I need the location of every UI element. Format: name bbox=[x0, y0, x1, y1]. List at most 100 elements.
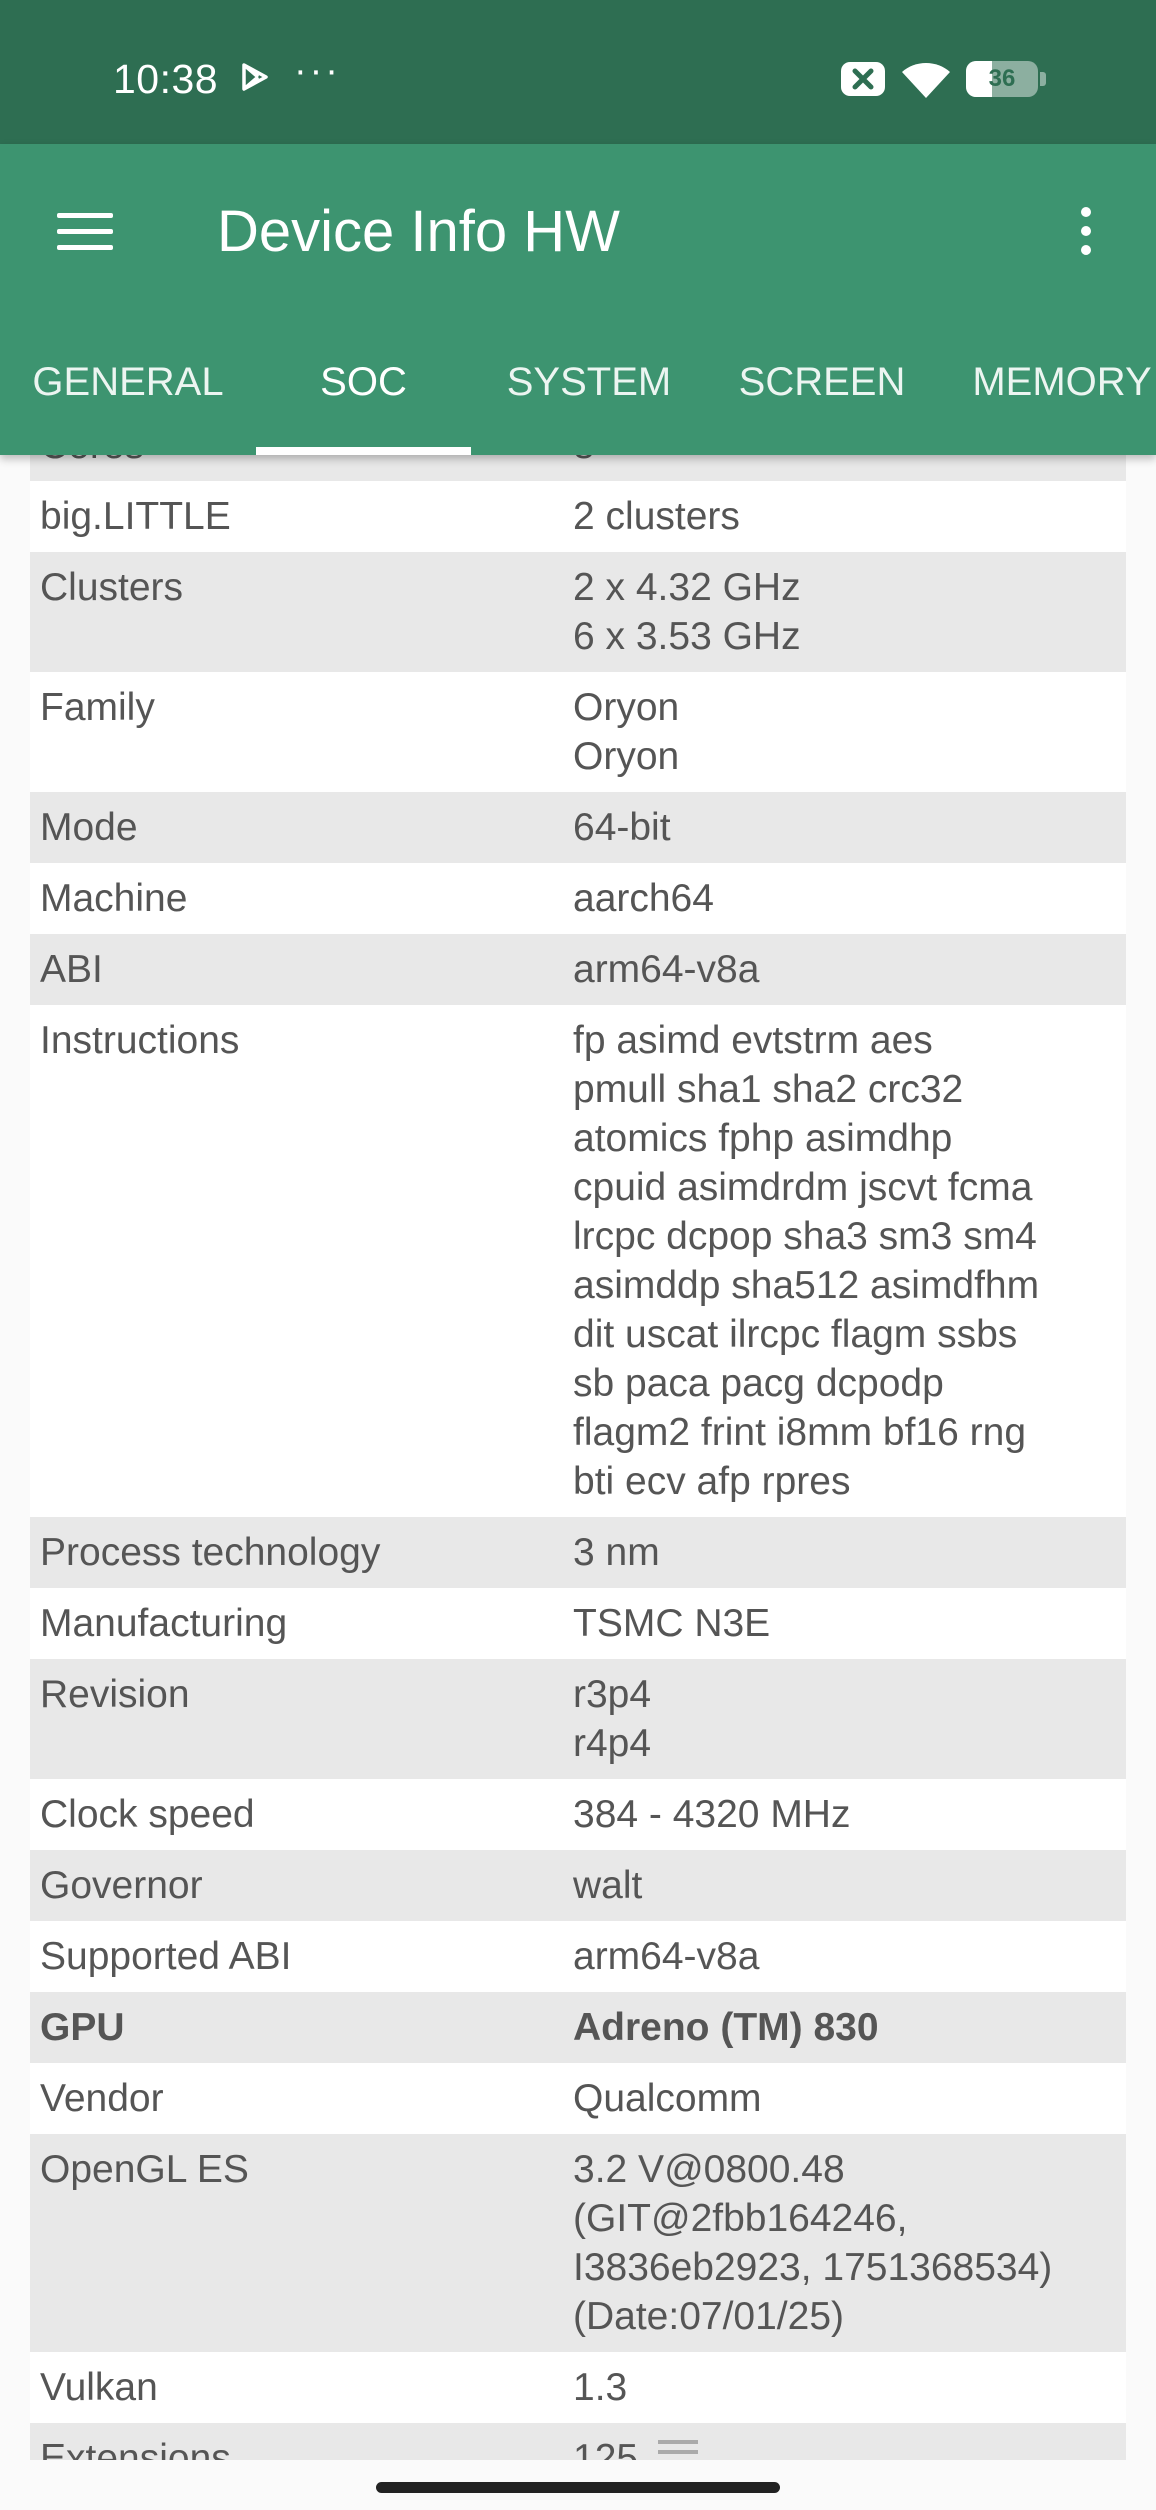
row-value: 3 nm bbox=[573, 1517, 1126, 1588]
row-label: Mode bbox=[40, 806, 138, 849]
status-bar: 10:38 ··· 36 bbox=[0, 0, 1156, 144]
table-row: Process technology 3 nm bbox=[30, 1517, 1126, 1588]
row-value-text: pmull sha1 sha2 crc32 bbox=[573, 1068, 964, 1111]
tab-general[interactable]: GENERAL bbox=[0, 344, 256, 455]
row-value-text: 384 - 4320 MHz bbox=[573, 1793, 851, 1836]
row-value-line: 1.3 bbox=[573, 2363, 1126, 2412]
navigation-bar bbox=[0, 2460, 1156, 2510]
row-value-line: sb paca pacg dcpodp bbox=[573, 1359, 1126, 1408]
row-value-line: 3.2 V@0800.48 bbox=[573, 2145, 1126, 2194]
row-value-line: atomics fphp asimdhp bbox=[573, 1114, 1126, 1163]
row-value: Qualcomm bbox=[573, 2063, 1126, 2134]
row-label: Supported ABI bbox=[40, 1935, 292, 1978]
battery-level-text: 36 bbox=[988, 65, 1016, 92]
row-value-text: fp asimd evtstrm aes bbox=[573, 1019, 933, 1062]
row-value-text: 3.2 V@0800.48 bbox=[573, 2148, 845, 2191]
row-label: Instructions bbox=[40, 1019, 240, 1062]
tab-system[interactable]: SYSTEM bbox=[471, 344, 707, 455]
row-label: GPU bbox=[40, 2006, 125, 2049]
row-value-text: sb paca pacg dcpodp bbox=[573, 1362, 944, 1405]
row-value-line: 384 - 4320 MHz bbox=[573, 1790, 1126, 1839]
row-value-text: 6 x 3.53 GHz bbox=[573, 615, 801, 658]
row-value: 2 x 4.32 GHz 6 x 3.53 GHz bbox=[573, 552, 1126, 672]
row-value: 64-bit bbox=[573, 792, 1126, 863]
row-value-line: Adreno (TM) 830 bbox=[573, 2003, 1126, 2052]
row-value: walt bbox=[573, 1850, 1126, 1921]
row-value-text: Adreno (TM) 830 bbox=[573, 2006, 879, 2049]
status-time: 10:38 bbox=[113, 56, 219, 102]
row-value-text: flagm2 frint i8mm bf16 rng bbox=[573, 1411, 1027, 1454]
row-value-text: asimddp sha512 asimdfhm bbox=[573, 1264, 1040, 1307]
app-title: Device Info HW bbox=[217, 199, 620, 264]
row-value: fp asimd evtstrm aes pmull sha1 sha2 crc3… bbox=[573, 1005, 1126, 1517]
row-value-line: asimddp sha512 asimdfhm bbox=[573, 1261, 1126, 1310]
row-value: 1.3 bbox=[573, 2352, 1126, 2423]
row-value-line: r3p4 bbox=[573, 1670, 1126, 1719]
row-value: TSMC N3E bbox=[573, 1588, 1126, 1659]
table-row: Cores8 bbox=[30, 455, 1126, 481]
row-value-line: Oryon bbox=[573, 732, 1126, 781]
row-value-line: 2 clusters bbox=[573, 492, 1126, 541]
row-value: arm64-v8a bbox=[573, 934, 1126, 1005]
menu-icon[interactable] bbox=[40, 186, 130, 276]
row-value-line: aarch64 bbox=[573, 874, 1126, 923]
row-value-text: (GIT@2fbb164246, bbox=[573, 2197, 908, 2240]
row-label: Vulkan bbox=[40, 2366, 158, 2409]
row-value-text: arm64-v8a bbox=[573, 948, 760, 991]
row-value-line: 3 nm bbox=[573, 1528, 1126, 1577]
wifi-icon bbox=[902, 63, 950, 98]
play-store-icon bbox=[242, 63, 268, 91]
row-value-line: (Date:07/01/25) bbox=[573, 2292, 1126, 2341]
tab-indicator bbox=[256, 447, 471, 455]
row-value-line: r4p4 bbox=[573, 1719, 1126, 1768]
row-value-line: arm64-v8a bbox=[573, 1932, 1126, 1981]
table-row: Family Oryon Oryon bbox=[30, 672, 1126, 792]
row-value-line: dit uscat ilrcpc flagm ssbs bbox=[573, 1310, 1126, 1359]
battery-tip bbox=[1040, 72, 1046, 86]
list-icon[interactable] bbox=[658, 2439, 699, 2460]
tab-screen[interactable]: SCREEN bbox=[707, 344, 937, 455]
tab-bar: GENERAL SOC SYSTEM SCREEN MEMORY bbox=[0, 344, 1156, 455]
info-rows: Cores8 big.LITTLE 2 clusters Clusters 2 x 4.… bbox=[30, 455, 1126, 2460]
row-label: OpenGL ES bbox=[40, 2148, 249, 2191]
row-value-line: pmull sha1 sha2 crc32 bbox=[573, 1065, 1126, 1114]
table-row: Governor walt bbox=[30, 1850, 1126, 1921]
row-value: 3.2 V@0800.48 (GIT@2fbb164246, I3836eb2923… bbox=[573, 2134, 1126, 2352]
row-value-text: (Date:07/01/25) bbox=[573, 2295, 845, 2338]
row-value-text: r3p4 bbox=[573, 1673, 652, 1716]
row-label: Clusters bbox=[40, 566, 184, 609]
tab-soc[interactable]: SOC bbox=[256, 344, 471, 455]
row-label: Manufacturing bbox=[40, 1602, 288, 1645]
row-value-text: 64-bit bbox=[573, 806, 671, 849]
home-gesture-handle[interactable] bbox=[376, 2482, 780, 2493]
row-value-line: 8 bbox=[573, 455, 1126, 470]
table-row: Machine aarch64 bbox=[30, 863, 1126, 934]
row-value-line: I3836eb2923, 1751368534) bbox=[573, 2243, 1126, 2292]
row-value-text: Oryon bbox=[573, 686, 680, 729]
row-label: Revision bbox=[40, 1673, 190, 1716]
row-value-line: 125 bbox=[573, 2434, 1126, 2460]
row-value-text: bti ecv afp rpres bbox=[573, 1460, 851, 1503]
soc-info-table[interactable]: Cores8 big.LITTLE 2 clusters Clusters 2 x 4.… bbox=[30, 455, 1126, 2460]
row-label: Governor bbox=[40, 1864, 203, 1907]
row-value-line: 2 x 4.32 GHz bbox=[573, 563, 1126, 612]
row-label: Vendor bbox=[40, 2077, 164, 2120]
row-value-line: 64-bit bbox=[573, 803, 1126, 852]
row-value: 125 bbox=[573, 2423, 1126, 2460]
row-label: Cores bbox=[30, 455, 573, 481]
row-value-line: fp asimd evtstrm aes bbox=[573, 1016, 1126, 1065]
tab-memory[interactable]: MEMORY bbox=[937, 344, 1156, 455]
table-row: big.LITTLE 2 clusters bbox=[30, 481, 1126, 552]
row-value: Adreno (TM) 830 bbox=[573, 1992, 1126, 2063]
row-value-line: Oryon bbox=[573, 683, 1126, 732]
row-value-text: 3 nm bbox=[573, 1531, 660, 1574]
table-row: ABI arm64-v8a bbox=[30, 934, 1126, 1005]
row-value: arm64-v8a bbox=[573, 1921, 1126, 1992]
row-value-line: walt bbox=[573, 1861, 1126, 1910]
row-value-text: arm64-v8a bbox=[573, 1935, 760, 1978]
row-value-text: atomics fphp asimdhp bbox=[573, 1117, 953, 1160]
table-row: Extensions 125 bbox=[30, 2423, 1126, 2460]
table-row: Vulkan 1.3 bbox=[30, 2352, 1126, 2423]
more-vertical-icon[interactable] bbox=[1046, 186, 1126, 276]
row-value-text: 2 x 4.32 GHz bbox=[573, 566, 801, 609]
